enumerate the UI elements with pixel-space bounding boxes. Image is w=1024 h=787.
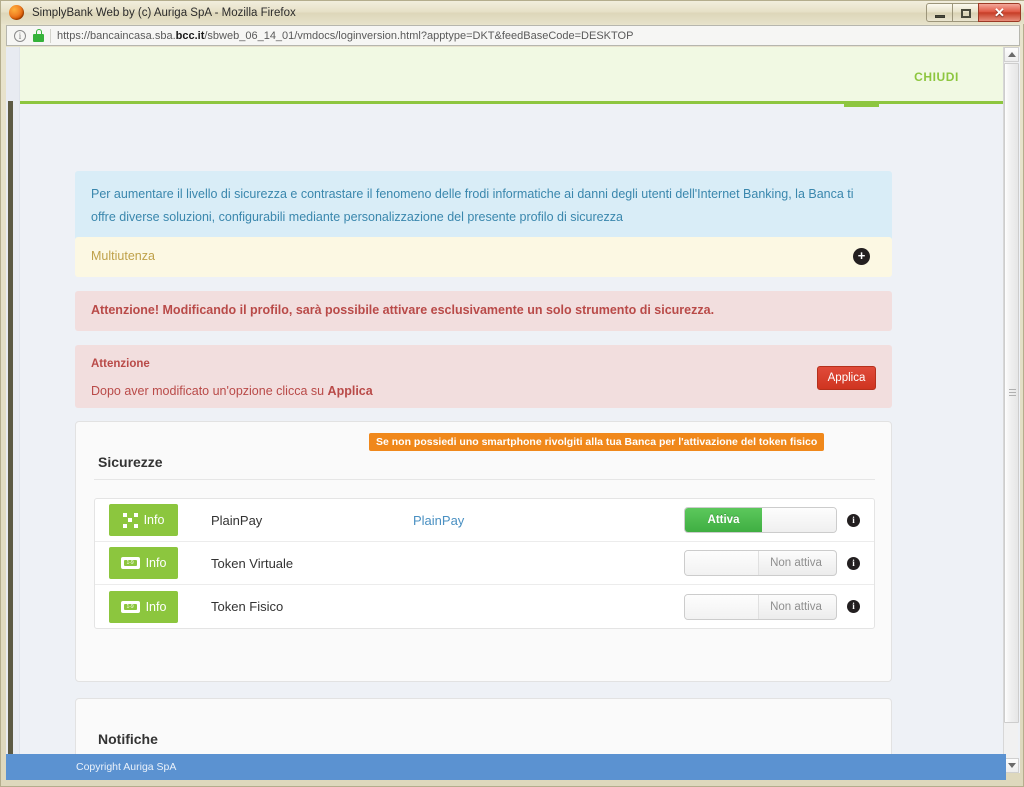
page-info-icon[interactable]: i [14,29,26,42]
apply-reminder-text: Dopo aver modificato un'opzione clicca s… [91,380,876,403]
page-content: Per aumentare il livello di sicurezza e … [20,107,992,773]
scroll-down-button[interactable] [1004,758,1019,773]
site-header-banner: CHIUDI [20,47,1006,104]
minimize-icon [935,15,945,18]
info-badge-icon[interactable]: i [847,556,860,570]
info-button-label: Info [145,556,167,570]
left-gutter [6,47,20,773]
table-row: 1-9 Info Token Fisico Non attiva i [95,585,874,628]
url-suffix: /sbweb_06_14_01/vmdocs/loginversion.html… [204,29,634,42]
token-device-icon: 1-9 [120,600,140,613]
window-controls: ✕ [926,3,1021,22]
qr-code-icon [122,512,138,528]
multiutenza-label: Multiutenza [91,249,155,264]
info-badge-icon[interactable]: i [847,513,860,527]
maximize-icon [961,9,971,18]
apply-reminder-title: Attenzione [91,358,150,370]
browser-window: SimplyBank Web by (c) Auriga SpA - Mozil… [0,0,1024,787]
security-link[interactable]: PlainPay [413,513,668,528]
security-intro-text: Per aumentare il livello di sicurezza e … [91,187,854,225]
url-prefix: https://bancaincasa.sba. [57,29,176,42]
apply-reminder-text-emphasis: Applica [327,384,373,399]
chevron-down-icon [1007,763,1016,768]
chevron-up-icon [1007,52,1016,57]
apply-reminder-text-lead: Dopo aver modificato un'opzione clicca s… [91,384,328,399]
apply-reminder-alert: Attenzione Dopo aver modificato un'opzio… [75,345,892,408]
window-titlebar: SimplyBank Web by (c) Auriga SpA - Mozil… [1,1,1024,24]
security-name: Token Virtuale [211,555,294,571]
table-row: 1-9 Info Token Virtuale Non attiva i [95,542,874,585]
toggle-token-virtuale[interactable]: Non attiva [684,550,837,576]
scroll-up-button[interactable] [1004,47,1019,62]
toggle-knob [685,551,759,575]
footer-copyright: Copyright Auriga SpA [76,761,177,773]
plus-icon[interactable]: + [853,248,870,265]
toggle-state-label: Attiva [685,508,762,532]
info-button-token-virtuale[interactable]: 1-9 Info [109,547,178,579]
scrollbar-thumb[interactable] [1004,63,1019,723]
info-badge-icon[interactable]: i [847,600,860,613]
page-scrollbar[interactable] [1003,47,1019,773]
multiutenza-section-header[interactable]: Multiutenza + [75,237,892,277]
close-button[interactable]: ✕ [978,3,1021,22]
toggle-knob [685,594,759,619]
scrollbar-grip-icon [1009,389,1016,397]
single-tool-warning-text: Attenzione! Modificando il profilo, sarà… [91,303,715,318]
firefox-logo-icon [9,5,24,20]
token-device-icon: 1-9 [120,557,140,569]
sicurezze-panel: Sicurezze Se non possiedi uno smartphone… [75,421,892,682]
toggle-token-fisico[interactable]: Non attiva [684,593,837,620]
address-divider [50,28,51,43]
sicurezze-title: Sicurezze [98,454,163,470]
security-name: Token Fisico [211,599,284,614]
single-tool-warning-alert: Attenzione! Modificando il profilo, sarà… [75,291,892,331]
close-icon: ✕ [994,4,1005,20]
toggle-state-label: Non attiva [770,600,822,613]
page-viewport: CHIUDI Per aumentare il livello di sicur… [6,47,1020,773]
info-button-label: Info [143,513,165,527]
toggle-plainpay[interactable]: Attiva [684,507,837,533]
security-intro-alert: Per aumentare il livello di sicurezza e … [75,171,892,242]
toggle-state-label: Non attiva [770,557,822,569]
sicurezze-table: Info PlainPay PlainPay Attiva i 1-9 Info… [94,498,875,629]
close-session-link[interactable]: CHIUDI [914,70,959,84]
info-button-token-fisico[interactable]: 1-9 Info [109,590,178,623]
maximize-button[interactable] [952,3,979,22]
left-edge-strip [8,101,13,773]
info-button-label: Info [145,599,167,614]
table-row: Info PlainPay PlainPay Attiva i [95,499,874,542]
address-bar[interactable]: i https://bancaincasa.sba.bcc.it/sbweb_0… [6,25,1020,46]
site-footer: Copyright Auriga SpA [6,754,1006,780]
notifiche-title: Notifiche [98,731,158,747]
lock-icon [33,29,44,42]
sicurezze-divider [94,479,875,480]
url-input[interactable]: https://bancaincasa.sba.bcc.it/sbweb_06_… [57,30,633,42]
url-domain: bcc.it [175,29,205,42]
apply-button[interactable]: Applica [817,366,876,390]
token-fisico-notice: Se non possiedi uno smartphone rivolgiti… [369,433,825,451]
info-button-plainpay[interactable]: Info [109,504,178,536]
window-title: SimplyBank Web by (c) Auriga SpA - Mozil… [32,6,296,19]
security-name: PlainPay [211,512,263,528]
minimize-button[interactable] [926,3,953,22]
toggle-knob [759,508,836,532]
